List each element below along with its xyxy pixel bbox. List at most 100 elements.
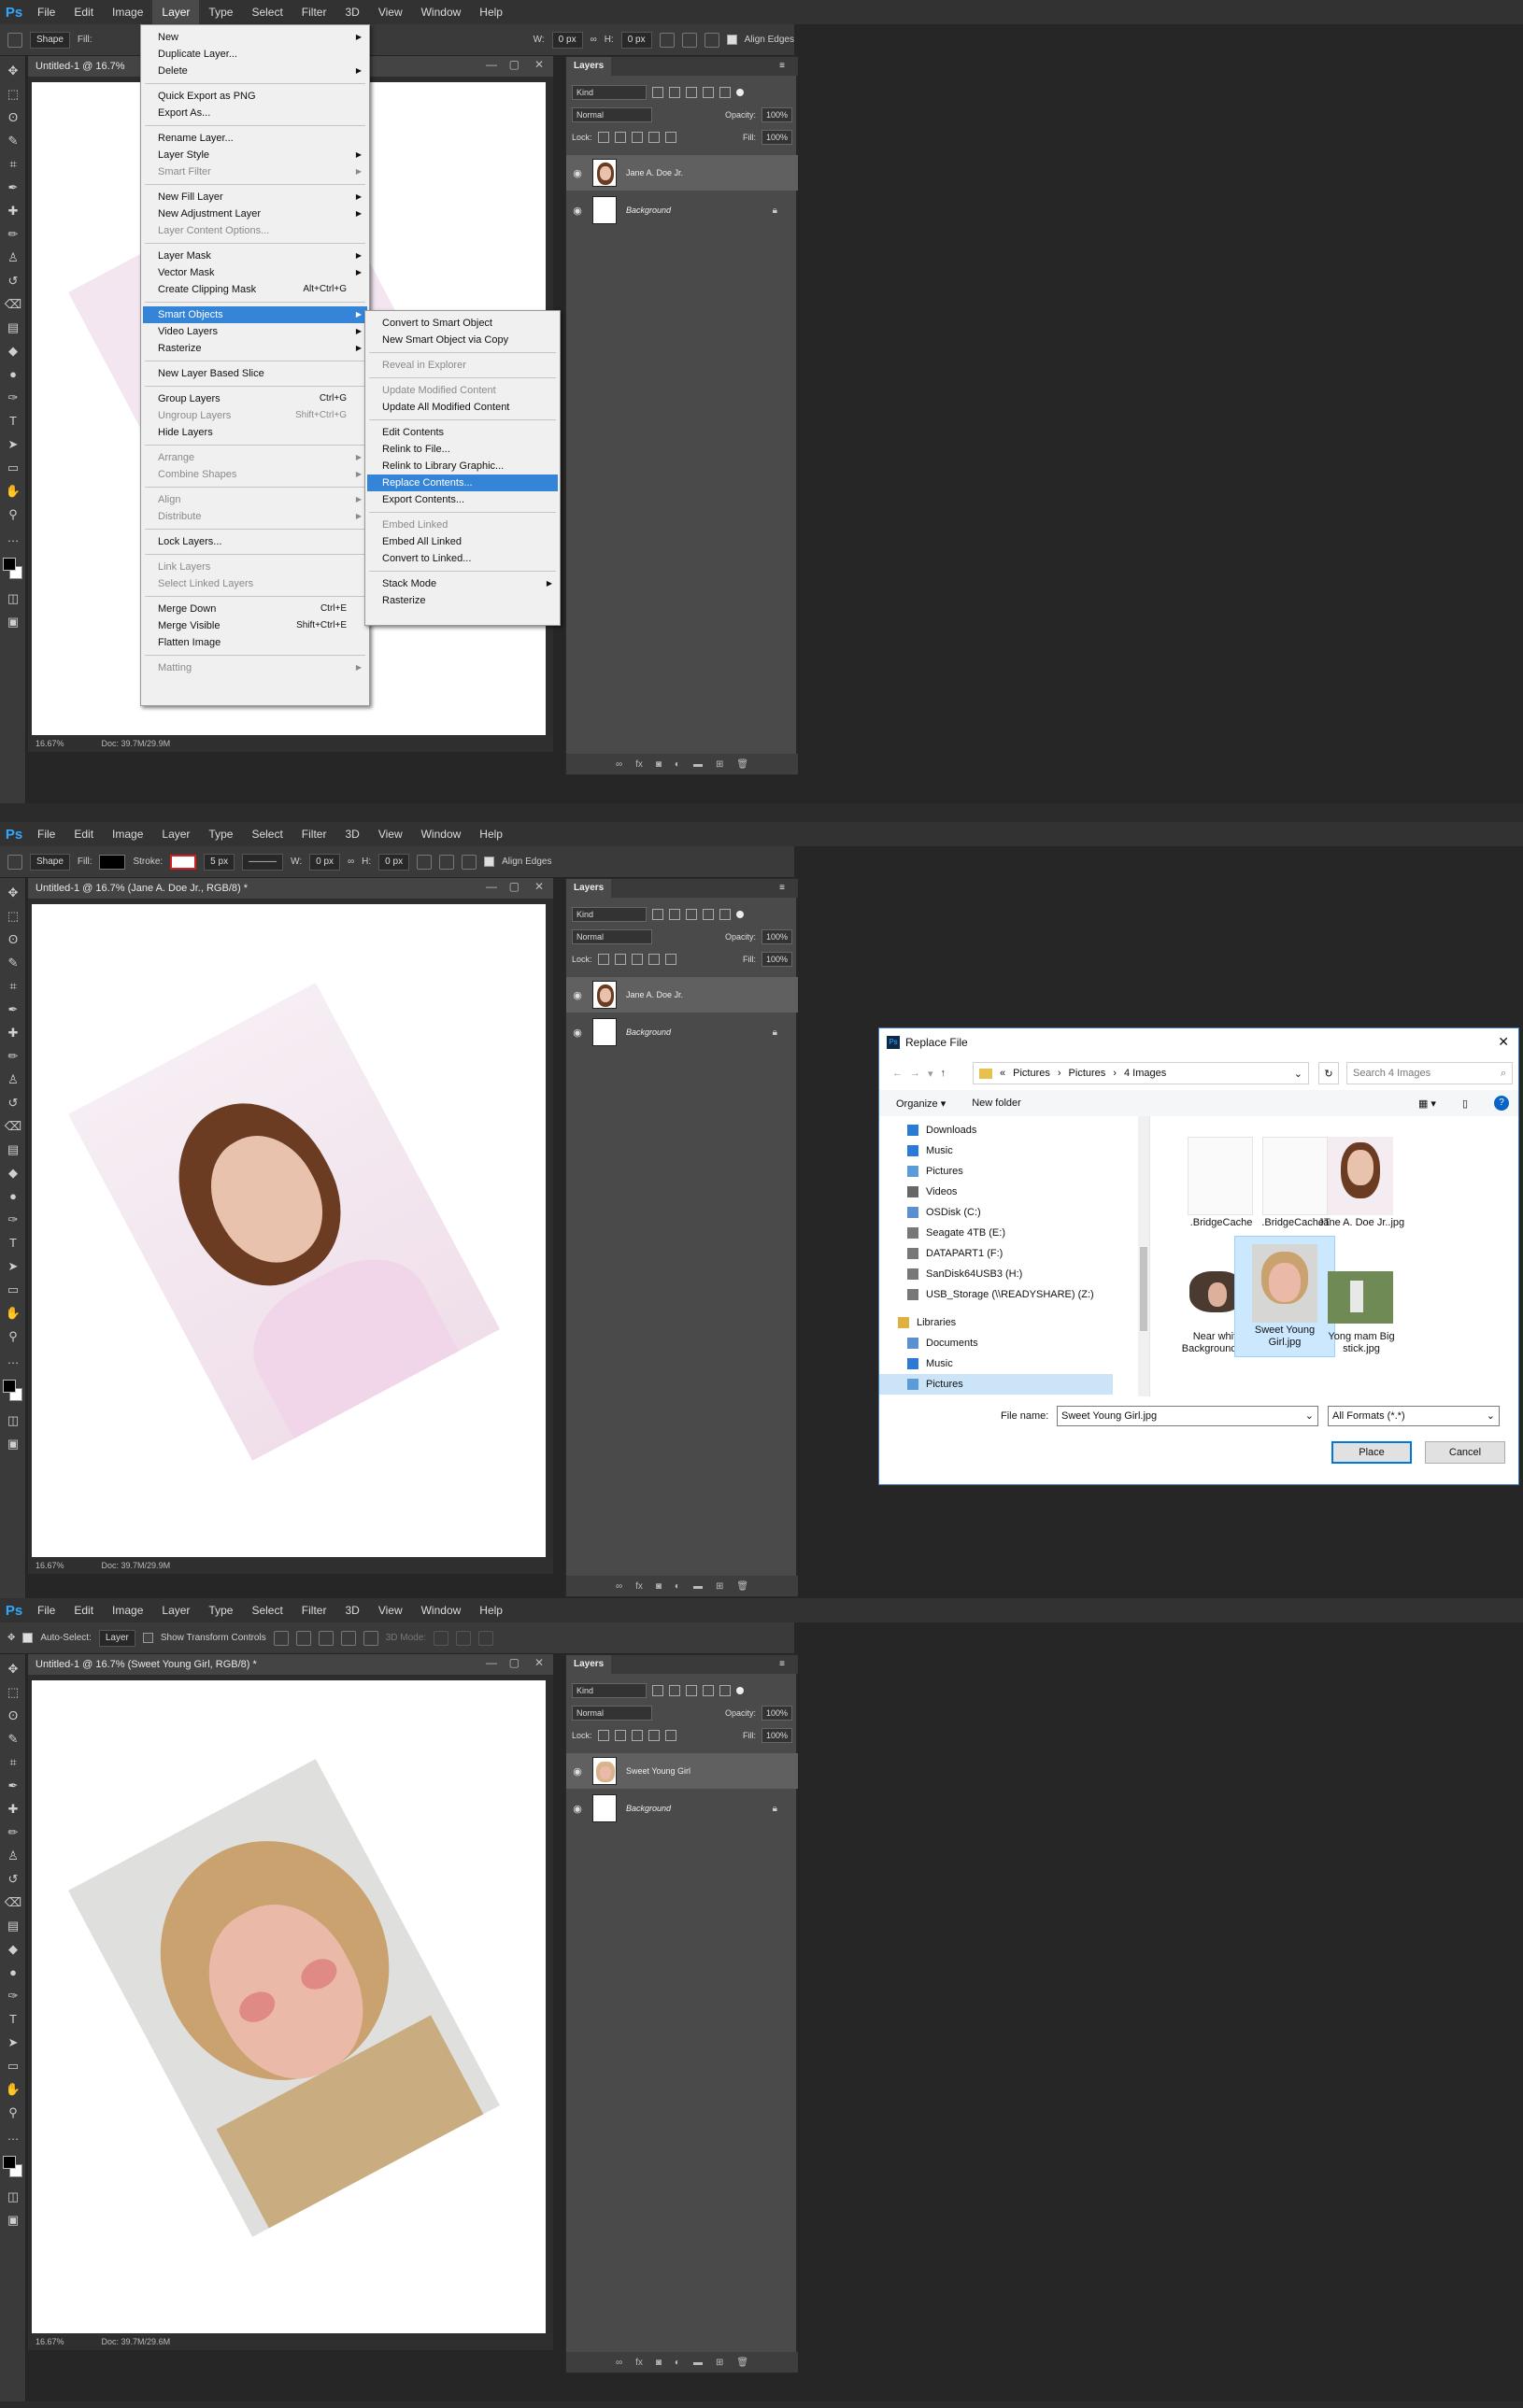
smart-filter-icon[interactable] [719,1685,731,1696]
fx-button[interactable]: fx [635,1581,643,1592]
breadcrumb-item[interactable]: Pictures [1013,1068,1050,1079]
menu-window[interactable]: Window [412,1598,471,1622]
panel-menu-icon[interactable]: ≡ [772,879,792,898]
lock-transparent-icon[interactable] [597,1730,609,1741]
layer-name[interactable]: Background [626,1027,671,1037]
shape-tool-icon[interactable]: ▭ [4,2057,22,2075]
nav-item-usb-storage-readyshare-z[interactable]: USB_Storage (\\READYSHARE) (Z:) [907,1284,1094,1305]
opacity-field[interactable]: 100% [761,929,792,944]
menu-select[interactable]: Select [242,0,292,24]
layer-menu-item-delete[interactable]: Delete ▶ [143,63,367,79]
menu-filter[interactable]: Filter [292,1598,336,1622]
move-tool-icon[interactable]: ✥ [4,62,22,80]
menu-window[interactable]: Window [412,822,471,846]
smart-menu-item-rasterize[interactable]: Rasterize [367,592,558,609]
layer-menu-item-layer-style[interactable]: Layer Style ▶ [143,147,367,163]
shape-filter-icon[interactable] [703,87,714,98]
link-layers-icon[interactable]: ∞ [616,2358,622,2368]
quick-select-icon[interactable]: ✎ [4,132,22,150]
fill-field[interactable]: 100% [761,130,792,145]
eyedropper-icon[interactable]: ✒ [4,178,22,197]
lock-artboard-icon[interactable] [648,132,660,143]
help-icon[interactable]: ? [1494,1096,1509,1111]
view-options-icon[interactable]: ▦ ▾ [1418,1098,1436,1110]
menu-select[interactable]: Select [242,1598,292,1622]
new-group-icon[interactable]: ▬ [693,2358,703,2368]
foreground-color-swatch[interactable] [3,1380,16,1393]
back-icon[interactable]: ← [892,1068,903,1079]
menu-file[interactable]: File [28,1598,64,1622]
layer-row-smart-object[interactable]: ◉ Jane A. Doe Jr. [566,977,798,1013]
layers-tab[interactable]: Layers [566,57,612,76]
lock-image-icon[interactable] [614,1730,626,1741]
layer-row-background[interactable]: ◉ Background 🔒︎ [566,192,798,228]
smart-menu-item-edit-contents[interactable]: Edit Contents [367,424,558,441]
visibility-eye-icon[interactable]: ◉ [566,1803,589,1815]
clone-stamp-icon[interactable]: ♙ [4,1847,22,1865]
type-filter-icon[interactable] [686,909,697,920]
menu-image[interactable]: Image [103,822,152,846]
lock-artboard-icon[interactable] [648,954,660,965]
menu-help[interactable]: Help [470,1598,512,1622]
screen-mode-icon[interactable]: ▣ [4,613,22,631]
new-group-icon[interactable]: ▬ [693,1581,703,1592]
width-field[interactable]: 0 px [309,853,341,871]
align-edges-checkbox[interactable] [484,857,495,867]
menu-layer[interactable]: Layer [152,0,200,24]
layer-menu-item-group-layers[interactable]: Group Layers Ctrl+G [143,390,367,407]
shape-tool-icon[interactable]: ▭ [4,1281,22,1299]
shape-tool-icon[interactable]: ▭ [4,459,22,477]
adjustment-layer-icon[interactable]: ◐ [675,1581,680,1592]
smart-menu-item-update-all-modified-content[interactable]: Update All Modified Content [367,399,558,416]
nav-item-sandisk64usb3-h[interactable]: SanDisk64USB3 (H:) [907,1264,1022,1284]
lock-position-icon[interactable] [631,954,643,965]
smart-menu-item-embed-all-linked[interactable]: Embed All Linked [367,533,558,550]
scrollbar-thumb[interactable] [1140,1247,1147,1331]
menu-view[interactable]: View [369,0,412,24]
address-bar[interactable]: « Pictures › Pictures › 4 Images ⌄ [973,1062,1309,1084]
quick-select-icon[interactable]: ✎ [4,954,22,972]
gear-icon[interactable] [462,854,477,870]
trash-icon[interactable]: 🗑︎ [736,759,748,770]
blend-mode-select[interactable]: Normal [572,107,652,122]
cancel-button[interactable]: Cancel [1425,1441,1505,1464]
smart-menu-item-export-contents[interactable]: Export Contents... [367,491,558,508]
hand-tool-icon[interactable]: ✋ [4,482,22,501]
add-mask-icon[interactable]: ◙ [656,759,662,770]
nav-item-pictures[interactable]: Pictures [879,1374,1113,1395]
layer-name[interactable]: Jane A. Doe Jr. [626,990,683,999]
canvas[interactable] [32,904,546,1558]
lock-image-icon[interactable] [614,954,626,965]
foreground-background-colors[interactable] [3,558,23,580]
lock-position-icon[interactable] [631,1730,643,1741]
add-mask-icon[interactable]: ◙ [656,1581,662,1592]
filter-kind-select[interactable]: Kind [572,1683,647,1698]
minimize-icon[interactable]: — [486,880,497,893]
menu-type[interactable]: Type [199,1598,242,1622]
breadcrumb-chevron[interactable]: › [1113,1068,1117,1079]
zoom-tool-icon[interactable]: ⚲ [4,2103,22,2122]
stroke-size-field[interactable]: 5 px [204,853,235,871]
fx-button[interactable]: fx [635,2358,643,2368]
file-name-input[interactable]: Sweet Young Girl.jpg ⌄ [1057,1406,1318,1426]
link-layers-icon[interactable]: ∞ [616,759,622,770]
screen-mode-icon[interactable]: ▣ [4,1435,22,1453]
panel-menu-icon[interactable]: ≡ [772,57,792,76]
adjustment-filter-icon[interactable] [669,1685,680,1696]
zoom-tool-icon[interactable]: ⚲ [4,505,22,524]
zoom-level[interactable]: 16.67% [36,2337,64,2346]
shape-mode-select[interactable]: Shape [30,31,70,49]
preview-pane-icon[interactable]: ▯ [1462,1098,1468,1110]
new-layer-icon[interactable]: ⊞ [716,1581,723,1592]
gradient-tool-icon[interactable]: ▤ [4,319,22,337]
adjustment-filter-icon[interactable] [669,909,680,920]
visibility-eye-icon[interactable]: ◉ [566,989,589,1001]
fill-field[interactable]: 100% [761,952,792,967]
close-icon[interactable]: ✕ [534,1656,544,1669]
clone-stamp-icon[interactable]: ♙ [4,1070,22,1089]
width-field[interactable]: 0 px [551,31,583,49]
menu-3d[interactable]: 3D [335,0,368,24]
opacity-field[interactable]: 100% [761,1706,792,1721]
more-tools-icon[interactable]: … [4,529,22,547]
shape-filter-icon[interactable] [703,909,714,920]
